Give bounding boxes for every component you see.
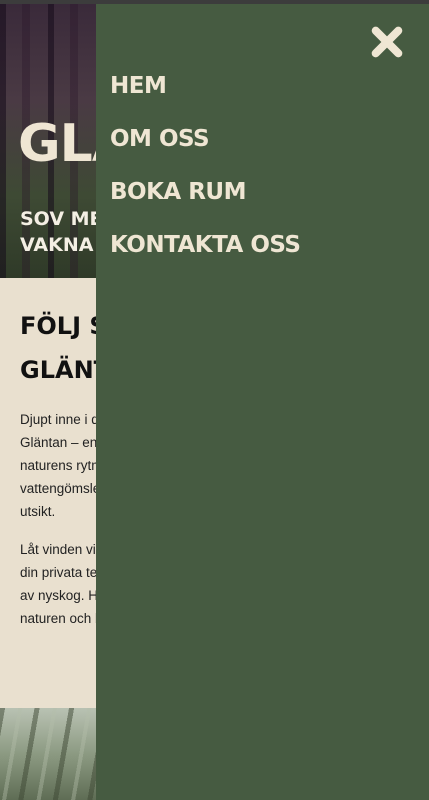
nav-list-item: KONTAKTA OSS: [110, 225, 301, 278]
nav-item-boka-rum[interactable]: BOKA RUM: [110, 172, 300, 225]
nav-list-item: HEM: [110, 66, 300, 119]
browser-top-edge: [0, 0, 429, 4]
nav-drawer: HEM OM OSS BOKA RUM KONTAKTA OSS: [96, 4, 429, 800]
nav-item-om-oss[interactable]: OM OSS: [110, 119, 300, 172]
close-icon[interactable]: [369, 24, 405, 60]
nav-list-item: OM OSS: [110, 119, 300, 172]
nav-item-hem[interactable]: HEM: [110, 66, 300, 119]
nav-list-item: BOKA RUM: [110, 172, 300, 225]
nav-menu: HEM OM OSS BOKA RUM KONTAKTA OSS: [110, 66, 301, 278]
nav-item-kontakta-oss[interactable]: KONTAKTA OSS: [110, 225, 301, 278]
